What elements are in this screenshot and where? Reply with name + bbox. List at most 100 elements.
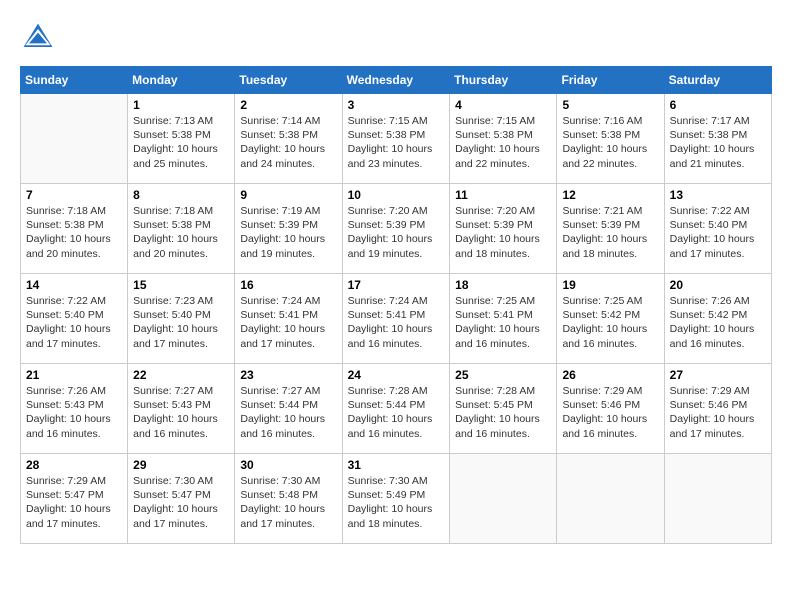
day-number: 27	[670, 368, 766, 382]
day-info: Sunrise: 7:21 AM Sunset: 5:39 PM Dayligh…	[562, 204, 658, 261]
calendar-cell: 6Sunrise: 7:17 AM Sunset: 5:38 PM Daylig…	[664, 94, 771, 184]
weekday-header-row: SundayMondayTuesdayWednesdayThursdayFrid…	[21, 67, 772, 94]
calendar-table: SundayMondayTuesdayWednesdayThursdayFrid…	[20, 66, 772, 544]
day-number: 31	[348, 458, 445, 472]
day-info: Sunrise: 7:27 AM Sunset: 5:44 PM Dayligh…	[240, 384, 336, 441]
day-info: Sunrise: 7:30 AM Sunset: 5:47 PM Dayligh…	[133, 474, 229, 531]
day-number: 29	[133, 458, 229, 472]
calendar-cell: 19Sunrise: 7:25 AM Sunset: 5:42 PM Dayli…	[557, 274, 664, 364]
weekday-header-friday: Friday	[557, 67, 664, 94]
calendar-cell: 27 Sunrise: 7:29 AM Sunset: 5:46 PM Dayli…	[664, 364, 771, 454]
calendar-cell	[557, 454, 664, 544]
calendar-cell: 5 Sunrise: 7:16 AM Sunset: 5:38 PM Daylig…	[557, 94, 664, 184]
calendar-cell: 24 Sunrise: 7:28 AM Sunset: 5:44 PM Dayli…	[342, 364, 450, 454]
day-number: 2	[240, 98, 336, 112]
day-info: Sunrise: 7:15 AM Sunset: 5:38 PM Dayligh…	[455, 114, 551, 171]
calendar-week-row: 1Sunrise: 7:13 AM Sunset: 5:38 PM Daylig…	[21, 94, 772, 184]
calendar-cell: 15Sunrise: 7:23 AM Sunset: 5:40 PM Dayli…	[128, 274, 235, 364]
calendar-cell: 4 Sunrise: 7:15 AM Sunset: 5:38 PM Daylig…	[450, 94, 557, 184]
day-number: 4	[455, 98, 551, 112]
day-info: Sunrise: 7:14 AM Sunset: 5:38 PM Dayligh…	[240, 114, 336, 171]
day-number: 24	[348, 368, 445, 382]
day-number: 23	[240, 368, 336, 382]
day-info: Sunrise: 7:18 AM Sunset: 5:38 PM Dayligh…	[133, 204, 229, 261]
calendar-cell: 20 Sunrise: 7:26 AM Sunset: 5:42 PM Dayli…	[664, 274, 771, 364]
day-info: Sunrise: 7:29 AM Sunset: 5:46 PM Dayligh…	[670, 384, 766, 441]
day-number: 13	[670, 188, 766, 202]
day-info: Sunrise: 7:18 AM Sunset: 5:38 PM Dayligh…	[26, 204, 122, 261]
calendar-cell: 14Sunrise: 7:22 AM Sunset: 5:40 PM Dayli…	[21, 274, 128, 364]
day-number: 3	[348, 98, 445, 112]
day-info: Sunrise: 7:29 AM Sunset: 5:46 PM Dayligh…	[562, 384, 658, 441]
day-info: Sunrise: 7:16 AM Sunset: 5:38 PM Dayligh…	[562, 114, 658, 171]
calendar-cell: 23 Sunrise: 7:27 AM Sunset: 5:44 PM Dayli…	[235, 364, 342, 454]
logo-icon	[20, 20, 56, 56]
day-number: 20	[670, 278, 766, 292]
calendar-cell: 12 Sunrise: 7:21 AM Sunset: 5:39 PM Dayli…	[557, 184, 664, 274]
day-number: 9	[240, 188, 336, 202]
day-number: 17	[348, 278, 445, 292]
day-info: Sunrise: 7:24 AM Sunset: 5:41 PM Dayligh…	[240, 294, 336, 351]
day-number: 7	[26, 188, 122, 202]
calendar-cell: 17 Sunrise: 7:24 AM Sunset: 5:41 PM Dayli…	[342, 274, 450, 364]
day-number: 8	[133, 188, 229, 202]
day-number: 19	[562, 278, 658, 292]
calendar-cell: 3 Sunrise: 7:15 AM Sunset: 5:38 PM Daylig…	[342, 94, 450, 184]
day-info: Sunrise: 7:19 AM Sunset: 5:39 PM Dayligh…	[240, 204, 336, 261]
page-header	[20, 20, 772, 56]
calendar-cell: 22 Sunrise: 7:27 AM Sunset: 5:43 PM Dayli…	[128, 364, 235, 454]
day-number: 30	[240, 458, 336, 472]
calendar-cell	[450, 454, 557, 544]
weekday-header-sunday: Sunday	[21, 67, 128, 94]
calendar-week-row: 7 Sunrise: 7:18 AM Sunset: 5:38 PM Daylig…	[21, 184, 772, 274]
calendar-week-row: 21 Sunrise: 7:26 AM Sunset: 5:43 PM Dayli…	[21, 364, 772, 454]
day-info: Sunrise: 7:27 AM Sunset: 5:43 PM Dayligh…	[133, 384, 229, 441]
calendar-cell: 18 Sunrise: 7:25 AM Sunset: 5:41 PM Dayli…	[450, 274, 557, 364]
calendar-cell: 25Sunrise: 7:28 AM Sunset: 5:45 PM Dayli…	[450, 364, 557, 454]
day-info: Sunrise: 7:30 AM Sunset: 5:48 PM Dayligh…	[240, 474, 336, 531]
day-number: 28	[26, 458, 122, 472]
calendar-cell: 21 Sunrise: 7:26 AM Sunset: 5:43 PM Dayli…	[21, 364, 128, 454]
calendar-cell: 13Sunrise: 7:22 AM Sunset: 5:40 PM Dayli…	[664, 184, 771, 274]
weekday-header-saturday: Saturday	[664, 67, 771, 94]
day-info: Sunrise: 7:22 AM Sunset: 5:40 PM Dayligh…	[26, 294, 122, 351]
day-number: 26	[562, 368, 658, 382]
calendar-cell: 28 Sunrise: 7:29 AM Sunset: 5:47 PM Dayli…	[21, 454, 128, 544]
day-number: 18	[455, 278, 551, 292]
day-info: Sunrise: 7:30 AM Sunset: 5:49 PM Dayligh…	[348, 474, 445, 531]
calendar-week-row: 14Sunrise: 7:22 AM Sunset: 5:40 PM Dayli…	[21, 274, 772, 364]
day-info: Sunrise: 7:26 AM Sunset: 5:42 PM Dayligh…	[670, 294, 766, 351]
calendar-week-row: 28 Sunrise: 7:29 AM Sunset: 5:47 PM Dayli…	[21, 454, 772, 544]
calendar-cell: 31 Sunrise: 7:30 AM Sunset: 5:49 PM Dayli…	[342, 454, 450, 544]
day-info: Sunrise: 7:26 AM Sunset: 5:43 PM Dayligh…	[26, 384, 122, 441]
calendar-cell: 30 Sunrise: 7:30 AM Sunset: 5:48 PM Dayli…	[235, 454, 342, 544]
day-number: 16	[240, 278, 336, 292]
day-info: Sunrise: 7:28 AM Sunset: 5:44 PM Dayligh…	[348, 384, 445, 441]
day-info: Sunrise: 7:15 AM Sunset: 5:38 PM Dayligh…	[348, 114, 445, 171]
weekday-header-thursday: Thursday	[450, 67, 557, 94]
day-info: Sunrise: 7:17 AM Sunset: 5:38 PM Dayligh…	[670, 114, 766, 171]
calendar-cell: 7 Sunrise: 7:18 AM Sunset: 5:38 PM Daylig…	[21, 184, 128, 274]
calendar-cell: 29 Sunrise: 7:30 AM Sunset: 5:47 PM Dayli…	[128, 454, 235, 544]
calendar-cell: 16 Sunrise: 7:24 AM Sunset: 5:41 PM Dayli…	[235, 274, 342, 364]
day-number: 25	[455, 368, 551, 382]
weekday-header-wednesday: Wednesday	[342, 67, 450, 94]
calendar-cell: 11Sunrise: 7:20 AM Sunset: 5:39 PM Dayli…	[450, 184, 557, 274]
day-number: 21	[26, 368, 122, 382]
day-number: 5	[562, 98, 658, 112]
calendar-cell: 26 Sunrise: 7:29 AM Sunset: 5:46 PM Dayli…	[557, 364, 664, 454]
day-number: 22	[133, 368, 229, 382]
calendar-cell: 2 Sunrise: 7:14 AM Sunset: 5:38 PM Daylig…	[235, 94, 342, 184]
day-number: 1	[133, 98, 229, 112]
logo	[20, 20, 60, 56]
day-number: 11	[455, 188, 551, 202]
day-number: 15	[133, 278, 229, 292]
calendar-cell	[21, 94, 128, 184]
weekday-header-tuesday: Tuesday	[235, 67, 342, 94]
calendar-cell: 1Sunrise: 7:13 AM Sunset: 5:38 PM Daylig…	[128, 94, 235, 184]
day-info: Sunrise: 7:24 AM Sunset: 5:41 PM Dayligh…	[348, 294, 445, 351]
day-number: 12	[562, 188, 658, 202]
day-info: Sunrise: 7:25 AM Sunset: 5:41 PM Dayligh…	[455, 294, 551, 351]
weekday-header-monday: Monday	[128, 67, 235, 94]
day-info: Sunrise: 7:29 AM Sunset: 5:47 PM Dayligh…	[26, 474, 122, 531]
